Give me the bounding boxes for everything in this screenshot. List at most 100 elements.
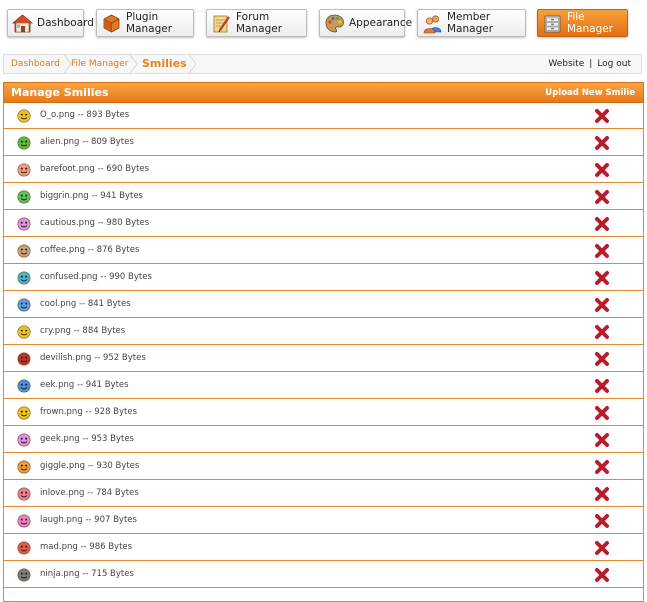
smiley-icon bbox=[17, 433, 31, 447]
panel-title: Manage Smilies bbox=[11, 86, 109, 99]
nav-appearance-button[interactable]: Appearance bbox=[319, 9, 412, 37]
delete-icon[interactable] bbox=[594, 270, 610, 286]
delete-icon[interactable] bbox=[594, 486, 610, 502]
smilie-file-label: mad.png -- 986 Bytes bbox=[40, 542, 133, 552]
table-row: alien.png -- 809 Bytes bbox=[4, 130, 643, 156]
top-links: Website | Log out bbox=[548, 55, 631, 73]
breadcrumb-dashboard-link[interactable]: Dashboard bbox=[11, 55, 60, 73]
nav-plugin-manager-button[interactable]: Plugin Manager bbox=[96, 9, 194, 37]
table-row: barefoot.png -- 690 Bytes bbox=[4, 157, 643, 183]
delete-icon[interactable] bbox=[594, 324, 610, 340]
notepad-pencil-icon bbox=[213, 15, 230, 32]
table-row: cry.png -- 884 Bytes bbox=[4, 319, 643, 345]
smiley-icon bbox=[17, 514, 31, 528]
smilie-file-label: eek.png -- 941 Bytes bbox=[40, 380, 129, 390]
delete-icon[interactable] bbox=[594, 567, 610, 583]
smiley-icon bbox=[17, 541, 31, 555]
smilie-file-label: frown.png -- 928 Bytes bbox=[40, 407, 138, 417]
breadcrumb-chevron-icon bbox=[188, 55, 197, 73]
palette-icon bbox=[325, 14, 344, 32]
smiley-icon bbox=[17, 487, 31, 501]
smiley-icon bbox=[17, 271, 31, 285]
nav-forum-manager-button[interactable]: Forum Manager bbox=[206, 9, 307, 37]
smiley-icon bbox=[17, 325, 31, 339]
logout-link[interactable]: Log out bbox=[597, 59, 631, 69]
delete-icon[interactable] bbox=[594, 189, 610, 205]
smiley-icon bbox=[17, 568, 31, 582]
nav-member-manager-label: Member Manager bbox=[447, 11, 494, 35]
table-row: O_o.png -- 893 Bytes bbox=[4, 103, 643, 129]
nav-file-manager-label: File Manager bbox=[567, 11, 614, 35]
smiley-icon bbox=[17, 406, 31, 420]
link-separator: | bbox=[589, 59, 593, 69]
delete-icon[interactable] bbox=[594, 243, 610, 259]
breadcrumb-chevron-icon bbox=[129, 55, 138, 73]
smilie-file-label: cool.png -- 841 Bytes bbox=[40, 299, 131, 309]
smiley-icon bbox=[17, 379, 31, 393]
delete-icon[interactable] bbox=[594, 216, 610, 232]
upload-new-smilie-link[interactable]: Upload New Smilie bbox=[545, 88, 635, 98]
table-row: biggrin.png -- 941 Bytes bbox=[4, 184, 643, 210]
smilie-file-label: inlove.png -- 784 Bytes bbox=[40, 488, 139, 498]
delete-icon[interactable] bbox=[594, 513, 610, 529]
delete-icon[interactable] bbox=[594, 378, 610, 394]
nav-forum-manager-label: Forum Manager bbox=[236, 11, 283, 35]
nav-plugin-manager-label: Plugin Manager bbox=[126, 11, 173, 35]
smiley-icon bbox=[17, 163, 31, 177]
panel-header: Manage Smilies Upload New Smilie bbox=[3, 82, 644, 103]
nav-dashboard-label: Dashboard bbox=[37, 17, 94, 29]
smilie-file-label: devilish.png -- 952 Bytes bbox=[40, 353, 146, 363]
smilie-file-label: alien.png -- 809 Bytes bbox=[40, 137, 134, 147]
breadcrumb-file-manager-link[interactable]: File Manager bbox=[71, 55, 128, 73]
nav-dashboard-button[interactable]: Dashboard bbox=[7, 9, 94, 37]
smilie-file-label: cautious.png -- 980 Bytes bbox=[40, 218, 150, 228]
smilie-file-label: giggle.png -- 930 Bytes bbox=[40, 461, 140, 471]
smilie-file-label: biggrin.png -- 941 Bytes bbox=[40, 191, 143, 201]
top-navigation: Dashboard Plugin Manager Forum Manager A… bbox=[0, 0, 647, 48]
delete-icon[interactable] bbox=[594, 405, 610, 421]
smilie-file-label: barefoot.png -- 690 Bytes bbox=[40, 164, 150, 174]
table-row: devilish.png -- 952 Bytes bbox=[4, 346, 643, 372]
nav-file-manager-button[interactable]: File Manager bbox=[537, 9, 628, 37]
table-row: confused.png -- 990 Bytes bbox=[4, 265, 643, 291]
smiley-icon bbox=[17, 109, 31, 123]
website-link[interactable]: Website bbox=[548, 59, 584, 69]
smilie-file-label: confused.png -- 990 Bytes bbox=[40, 272, 152, 282]
table-row: giggle.png -- 930 Bytes bbox=[4, 454, 643, 480]
delete-icon[interactable] bbox=[594, 459, 610, 475]
delete-icon[interactable] bbox=[594, 297, 610, 313]
table-row: inlove.png -- 784 Bytes bbox=[4, 481, 643, 507]
smilie-file-label: laugh.png -- 907 Bytes bbox=[40, 515, 137, 525]
table-row: cool.png -- 841 Bytes bbox=[4, 292, 643, 318]
table-row: eek.png -- 941 Bytes bbox=[4, 373, 643, 399]
members-icon bbox=[423, 14, 442, 33]
manage-smilies-panel: Manage Smilies Upload New Smilie O_o.png… bbox=[3, 82, 644, 602]
delete-icon[interactable] bbox=[594, 135, 610, 151]
smiley-icon bbox=[17, 217, 31, 231]
smilie-file-label: cry.png -- 884 Bytes bbox=[40, 326, 126, 336]
delete-icon[interactable] bbox=[594, 432, 610, 448]
smiley-icon bbox=[17, 244, 31, 258]
delete-icon[interactable] bbox=[594, 108, 610, 124]
table-row: cautious.png -- 980 Bytes bbox=[4, 211, 643, 237]
table-row: coffee.png -- 876 Bytes bbox=[4, 238, 643, 264]
file-cabinet-icon bbox=[544, 15, 561, 32]
table-row: geek.png -- 953 Bytes bbox=[4, 427, 643, 453]
nav-member-manager-button[interactable]: Member Manager bbox=[417, 9, 526, 37]
smiley-icon bbox=[17, 460, 31, 474]
table-row: laugh.png -- 907 Bytes bbox=[4, 508, 643, 534]
boxes-icon bbox=[103, 14, 120, 32]
delete-icon[interactable] bbox=[594, 162, 610, 178]
table-row: mad.png -- 986 Bytes bbox=[4, 535, 643, 561]
smiley-icon bbox=[17, 190, 31, 204]
delete-icon[interactable] bbox=[594, 540, 610, 556]
delete-icon[interactable] bbox=[594, 351, 610, 367]
smiley-icon bbox=[17, 298, 31, 312]
table-row: ninja.png -- 715 Bytes bbox=[4, 562, 643, 588]
house-icon bbox=[12, 13, 33, 32]
breadcrumb: Dashboard File Manager Smilies Website | L… bbox=[3, 54, 642, 74]
smiley-icon bbox=[17, 352, 31, 366]
smilie-file-label: O_o.png -- 893 Bytes bbox=[40, 110, 130, 120]
breadcrumb-current: Smilies bbox=[142, 57, 187, 70]
smilie-file-label: ninja.png -- 715 Bytes bbox=[40, 569, 134, 579]
